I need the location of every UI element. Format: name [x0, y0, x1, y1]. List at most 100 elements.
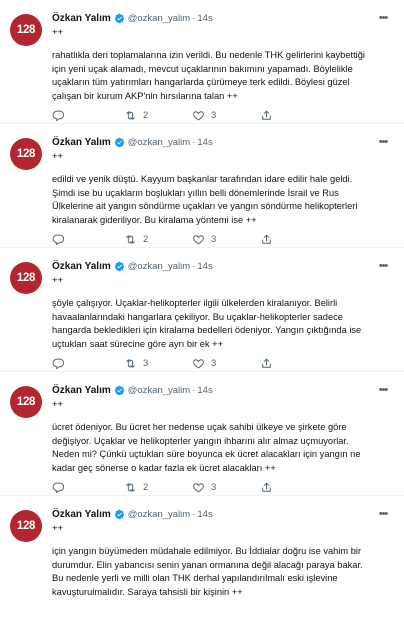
- author-handle[interactable]: @ozkan_yalim: [128, 385, 190, 396]
- separator-dot: ·: [192, 12, 196, 24]
- like-button[interactable]: 3: [192, 357, 216, 370]
- author-name[interactable]: Özkan Yalım: [52, 13, 111, 24]
- avatar[interactable]: 128: [10, 138, 42, 170]
- retweet-button[interactable]: 2: [124, 481, 148, 494]
- tweet-header: Özkan Yalım @ozkan_yalim · 14s •••: [52, 135, 390, 149]
- verified-badge-icon: [114, 509, 124, 519]
- tweet[interactable]: 128 Özkan Yalım @ozkan_yalim · 14s ••• +…: [0, 372, 404, 496]
- tweet-timestamp[interactable]: 14s: [197, 385, 212, 396]
- verified-badge-icon: [114, 261, 124, 271]
- more-horizontal-icon[interactable]: •••: [376, 11, 390, 25]
- reply-button[interactable]: [52, 481, 65, 494]
- like-button[interactable]: 3: [192, 481, 216, 494]
- reply-button[interactable]: [52, 233, 65, 246]
- retweet-icon: [126, 234, 135, 244]
- tweet-text-line: şöyle çalışıyor. Uçaklar-helikopterler i…: [52, 298, 338, 308]
- author-name[interactable]: Özkan Yalım: [52, 509, 111, 520]
- verified-badge-icon: [114, 13, 124, 23]
- reply-button[interactable]: [52, 109, 65, 122]
- tweet[interactable]: 128 Özkan Yalım @ozkan_yalim · 14s ••• +…: [0, 248, 404, 372]
- like-count: 3: [211, 233, 217, 245]
- retweet-icon: [126, 482, 135, 492]
- retweet-button[interactable]: 2: [124, 109, 148, 122]
- tweet-timestamp[interactable]: 14s: [197, 13, 212, 24]
- avatar[interactable]: 128: [10, 262, 42, 294]
- share-button[interactable]: [260, 481, 273, 494]
- avatar[interactable]: 128: [10, 510, 42, 542]
- tweet-text: ücret ödeniyor. Bu ücret her nedense uça…: [52, 421, 392, 475]
- retweet-count: 2: [143, 481, 149, 493]
- heart-icon: [193, 358, 204, 368]
- tweet[interactable]: 128 Özkan Yalım @ozkan_yalim · 14s ••• +…: [0, 496, 404, 626]
- tweet-timestamp[interactable]: 14s: [197, 509, 212, 520]
- author-handle[interactable]: @ozkan_yalim: [128, 137, 190, 148]
- tweet-text-line: kadar geç sönerse o kadar fazla ek ücret…: [52, 462, 276, 473]
- share-button[interactable]: [260, 109, 273, 122]
- more-horizontal-icon[interactable]: •••: [376, 383, 390, 397]
- separator-dot: ·: [192, 508, 196, 520]
- author-name[interactable]: Özkan Yalım: [52, 385, 111, 396]
- reply-icon: [52, 110, 65, 121]
- tweet-text-line: için yeni uçak alamadı, mevcut uçakların…: [52, 63, 353, 74]
- tweet-text-line: uçakların tüm yatırımları hangarlarda çü…: [52, 77, 350, 88]
- retweet-count: 2: [143, 109, 149, 121]
- tweet-text-line: Neden mi? Çünkü uçtukları süre boyunca e…: [52, 449, 361, 460]
- author-name[interactable]: Özkan Yalım: [52, 261, 111, 272]
- tweet-header: Özkan Yalım @ozkan_yalim · 14s •••: [52, 507, 390, 521]
- tweet-text-line: için yangın büyümeden müdahale edilmiyor…: [52, 546, 362, 556]
- share-icon: [262, 358, 271, 368]
- tweet[interactable]: 128 Özkan Yalım @ozkan_yalim · 14s ••• +…: [0, 0, 404, 124]
- author-handle[interactable]: @ozkan_yalim: [128, 261, 190, 272]
- tweet-text-line: havaalanlarındaki hangarlara çekiliyor. …: [52, 311, 343, 322]
- avatar-text: 128: [16, 24, 36, 36]
- more-horizontal-icon[interactable]: •••: [376, 135, 390, 149]
- author-handle[interactable]: @ozkan_yalim: [128, 13, 190, 24]
- share-icon: [262, 482, 271, 492]
- more-horizontal-icon[interactable]: •••: [376, 507, 390, 521]
- avatar[interactable]: 128: [10, 386, 42, 418]
- tweet-thread-marker: ++: [52, 27, 64, 38]
- tweet-text-line: uçtukları saat sürecine göre ayrı bir ek…: [52, 338, 224, 349]
- share-icon: [262, 234, 271, 244]
- like-button[interactable]: 3: [192, 233, 216, 246]
- author-name[interactable]: Özkan Yalım: [52, 137, 111, 148]
- tweet-actions: 2 3: [52, 479, 352, 495]
- reply-icon: [52, 234, 65, 245]
- avatar-text: 128: [16, 148, 36, 160]
- retweet-button[interactable]: 2: [124, 233, 148, 246]
- tweet-thread-marker: ++: [52, 399, 64, 410]
- tweet-text-line: edildi ve yenik düştü. Kayyum başkanlar …: [52, 174, 353, 184]
- reply-button[interactable]: [52, 357, 65, 370]
- retweet-count: 2: [143, 233, 149, 245]
- like-count: 3: [211, 109, 217, 121]
- tweet-text-line: rahatlıkla deri toplamalarına izin veril…: [52, 50, 365, 60]
- tweet-text: için yangın büyümeden müdahale edilmiyor…: [52, 545, 392, 599]
- retweet-count: 3: [143, 357, 149, 369]
- tweet-timestamp[interactable]: 14s: [197, 261, 212, 272]
- tweet[interactable]: 128 Özkan Yalım @ozkan_yalim · 14s ••• +…: [0, 124, 404, 248]
- verified-badge-icon: [114, 385, 124, 395]
- share-button[interactable]: [260, 233, 273, 246]
- like-count: 3: [211, 481, 217, 493]
- retweet-button[interactable]: 3: [124, 357, 148, 370]
- share-button[interactable]: [260, 357, 273, 370]
- tweet-text: rahatlıkla deri toplamalarına izin veril…: [52, 49, 392, 103]
- author-handle[interactable]: @ozkan_yalim: [128, 509, 190, 520]
- more-horizontal-icon[interactable]: •••: [376, 259, 390, 273]
- timeline-feed: 128 Özkan Yalım @ozkan_yalim · 14s ••• +…: [0, 0, 404, 626]
- avatar[interactable]: 128: [10, 14, 42, 46]
- heart-icon: [193, 110, 204, 120]
- tweet-actions: 2 3: [52, 231, 352, 247]
- verified-badge-icon: [114, 137, 124, 147]
- tweet-timestamp[interactable]: 14s: [197, 137, 212, 148]
- tweet-text-line: durumdur. Elin yabancısı senin yanan orm…: [52, 559, 363, 570]
- tweet-header: Özkan Yalım @ozkan_yalim · 14s •••: [52, 11, 390, 25]
- tweet-text-line: Şimdi ise bu uçakların boşlukları yıllın…: [52, 187, 339, 198]
- tweet-text-line: değişiyor. Uçaklar ve helikopterler yang…: [52, 435, 349, 446]
- avatar-text: 128: [16, 520, 36, 532]
- like-button[interactable]: 3: [192, 109, 216, 122]
- separator-dot: ·: [192, 384, 196, 396]
- tweet-text-line: çalışan bir kurum AKP'nin hırsılarına ta…: [52, 90, 238, 101]
- retweet-icon: [126, 110, 135, 120]
- tweet-header: Özkan Yalım @ozkan_yalim · 14s •••: [52, 259, 390, 273]
